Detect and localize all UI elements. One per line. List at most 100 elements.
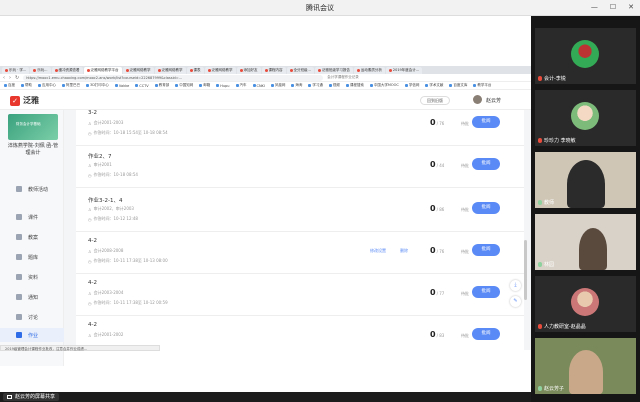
review-button[interactable]: 批阅 (472, 286, 500, 298)
bookmark-item[interactable]: 凤凰网 (270, 83, 285, 88)
participant-tile[interactable]: 人力教研室-赵晶晶 (535, 276, 636, 332)
bookmark-item[interactable]: 百度 (4, 83, 15, 88)
browser-tab[interactable]: 添加好友 (236, 66, 261, 74)
screen-share-label[interactable]: 赵云芳的屏幕共享 (3, 393, 60, 401)
review-button[interactable]: 批阅 (472, 158, 500, 170)
maximize-icon[interactable]: ☐ (610, 3, 616, 11)
participant-video-tile[interactable]: 教师 (535, 152, 636, 208)
pending-count: 0/ 83 (430, 330, 445, 339)
class-icon: ♙ (88, 290, 92, 296)
sidebar-item-notice[interactable]: 通知 (0, 290, 64, 304)
bookmark-item[interactable]: 中国大学MOOC (369, 83, 399, 88)
close-icon[interactable]: ✕ (628, 3, 634, 11)
forward-icon[interactable]: › (9, 75, 11, 81)
old-version-button[interactable]: 回到旧版 (420, 96, 450, 105)
review-button[interactable]: 批阅 (472, 202, 500, 214)
browser-tab[interactable]: 乐玩... (30, 66, 51, 74)
sidebar-item-materials[interactable]: 资料 (0, 270, 64, 284)
browser-tab[interactable]: 泛雅网络教学 (154, 66, 186, 74)
address-bar: ‹ › ↻ https://mooc1.emu.chaoxing.com/moo… (0, 74, 531, 82)
window-controls: — ☐ ✕ (591, 3, 634, 11)
bookmark-item[interactable]: 阿里巴巴 (62, 83, 80, 88)
bookmark-item[interactable]: 学术文献 (425, 83, 443, 88)
scrollbar[interactable] (524, 240, 527, 300)
participant-video-tile[interactable]: 林园 (535, 214, 636, 270)
browser-tab[interactable]: 泛雅班级学习报告 (314, 66, 353, 74)
browser-tab[interactable]: 运动素质分析 (353, 66, 385, 74)
search-box-text[interactable]: 会计学课程作业记录 (327, 75, 359, 80)
pending-count: 0/ 44 (430, 160, 445, 169)
sidebar-item-lesson-plan[interactable]: 教案 (0, 230, 64, 244)
tab-favicon-icon (33, 68, 37, 72)
bookmark-item[interactable]: 课程搜索 (345, 83, 364, 88)
homework-list: 3-2 ♙ 会计2001-2003 ◷ 作答时间：10-18 15:54至 10-1… (76, 110, 524, 350)
review-button[interactable]: 批阅 (472, 328, 500, 340)
mic-on-icon (538, 386, 542, 391)
bookmark-item[interactable]: 百度文库 (449, 83, 467, 88)
bookmark-item[interactable]: 视频 (328, 83, 340, 88)
browser-tab[interactable]: 乐玩 · 学... (2, 66, 30, 74)
bookmark-item[interactable]: Vakke (114, 84, 129, 88)
sidebar-item-courseware[interactable]: 课件 (0, 210, 64, 224)
avatar (571, 102, 599, 130)
refresh-icon[interactable]: ↻ (15, 75, 19, 81)
clock-icon: ◷ (88, 216, 92, 222)
app-logo[interactable]: ✓ 泛雅 (10, 95, 39, 106)
review-button[interactable]: 批阅 (472, 116, 500, 128)
bookmark-item[interactable]: 学信网 (404, 83, 419, 88)
bookmark-item[interactable]: 中国知网 (175, 83, 193, 88)
participant-name: 教师 (538, 199, 554, 206)
delete-link[interactable]: 删除 (400, 248, 408, 254)
participant-video-tile[interactable]: 赵云芳子 (535, 338, 636, 394)
browser-tab[interactable]: 泛雅网络教学 (204, 66, 236, 74)
sidebar-item-discussion[interactable]: 讨论 (0, 310, 64, 324)
browser-tab[interactable]: 课表 (186, 66, 204, 74)
bookmark-item[interactable]: 邮箱 (199, 83, 210, 88)
course-name: 淬炼燕学院-刘佩 函-管理会计 (7, 143, 59, 156)
pending-count: 0/ 86 (430, 204, 445, 213)
bookmark-item[interactable]: 海淘 (291, 83, 302, 88)
homework-class: ♙ 审计2001 (88, 162, 112, 168)
edit-settings-link[interactable]: 修改设置 (370, 248, 386, 254)
avatar[interactable] (473, 95, 482, 104)
participant-tile[interactable]: 珍珍力 李晓敏 (535, 90, 636, 146)
sidebar-item-question-bank[interactable]: 题库 (0, 250, 64, 264)
screen-share-icon (7, 395, 12, 399)
bookmark-item[interactable]: Hupu (216, 84, 230, 88)
back-icon[interactable]: ‹ (3, 75, 5, 81)
bookmark-item[interactable]: 学习通 (308, 83, 323, 88)
review-button[interactable]: 批阅 (472, 244, 500, 256)
bookmark-item[interactable]: 教育部 (154, 83, 169, 88)
folder-icon (16, 274, 22, 280)
bookmark-item[interactable]: 帮助 (21, 83, 32, 88)
browser-tab[interactable]: 课程内容 (261, 66, 286, 74)
browser-tab[interactable]: 全分班级... (286, 66, 314, 74)
homework-title: 4-2 (88, 238, 97, 244)
avatar (571, 40, 599, 68)
sidebar-item-teacher-activity[interactable]: 教师活动 (0, 182, 64, 196)
clock-icon: ◷ (88, 258, 92, 264)
sidebar-item-homework[interactable]: 作业 (0, 328, 64, 342)
bookmark-item[interactable]: CNKI (252, 84, 265, 88)
browser-tab[interactable]: 泛雅网络教学 (122, 66, 154, 74)
user-name[interactable]: 赵云芳 (486, 97, 501, 104)
homework-icon (16, 332, 22, 338)
bookmark-item[interactable]: 应用中心 (38, 83, 56, 88)
bookmark-item[interactable]: 3D打印中心 (86, 83, 109, 88)
homework-title: 4-2 (88, 322, 97, 328)
download-icon[interactable]: ⤓ (510, 280, 521, 291)
tab-favicon-icon (289, 68, 293, 72)
browser-tab[interactable]: 缓冲资源查看 (51, 66, 83, 74)
url-input[interactable]: https://mooc1.emu.chaoxing.com/mooc2-ans… (23, 74, 324, 81)
minimize-icon[interactable]: — (591, 3, 598, 11)
bookmark-item[interactable]: CCTV (135, 84, 149, 88)
browser-tab-active[interactable]: 泛雅网络教学平台 (83, 66, 122, 74)
feedback-icon[interactable]: ✎ (510, 296, 521, 307)
app-header: ✓ 泛雅 回到旧版 赵云芳 (0, 90, 531, 110)
bookmark-item[interactable]: 教学平台 (473, 83, 491, 88)
participant-tile[interactable]: 会计-李锐 (535, 28, 636, 84)
video-person (579, 228, 607, 270)
browser-tab[interactable]: 2019年度会计... (385, 66, 423, 74)
tab-favicon-icon (388, 68, 392, 72)
bookmark-item[interactable]: 汽车 (235, 83, 247, 88)
